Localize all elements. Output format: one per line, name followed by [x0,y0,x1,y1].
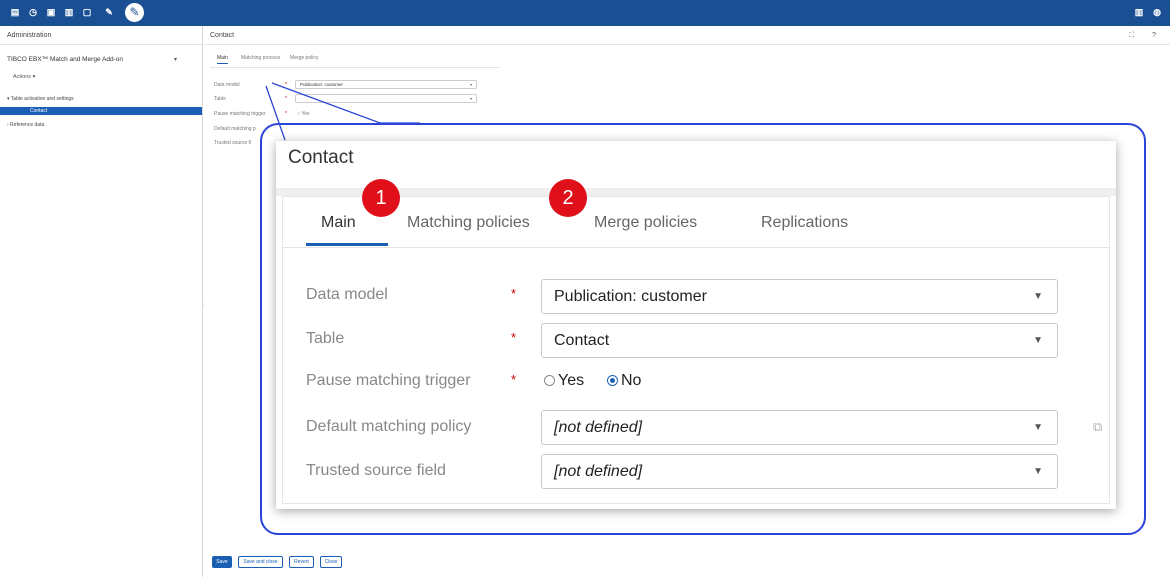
tab-merge-policies[interactable]: Merge policies [594,214,697,232]
chevron-down-icon: ▾ [469,96,472,101]
pause-no-radio[interactable]: No [607,372,641,390]
tab-matching-policies[interactable]: Matching policies [407,214,530,232]
chevron-down-icon: ▼ [1033,422,1043,433]
database-icon[interactable]: ▤ [10,7,20,18]
header-actions-icons[interactable]: ⛶ ? [1129,26,1164,45]
pin-icon[interactable]: ✎ [104,7,114,18]
save-and-close-button[interactable]: Save and close [238,556,283,568]
close-button[interactable]: Close [320,556,342,568]
page-title: Contact [210,32,235,39]
clock-icon[interactable]: ◷ [28,7,38,18]
wrench-icon[interactable]: ✎ [125,3,144,22]
tab-divider [282,247,1110,248]
data-model-value: Publication: customer [554,288,707,305]
sidebar-header: Administration [0,26,202,45]
top-navigation-bar: ▤ ◷ ▣ ▥ ▢ ✎ ✎ ▥ ◍ [0,0,1170,26]
bookmark-icon[interactable]: ▥ [1134,7,1144,18]
small-data-model-label: Data model [214,82,240,88]
tab-matching-process-small[interactable]: Matching process [241,55,280,61]
trusted-source-field-value: [not defined] [554,463,643,480]
required-marker: * [511,330,517,345]
small-table-select[interactable]: ▾ [295,94,477,103]
required-marker: * [285,96,287,102]
tab-replications[interactable]: Replications [761,214,848,232]
small-default-policy-label: Default matching p [214,126,256,132]
file-icon[interactable]: ▢ [82,7,92,18]
chevron-down-icon: ▼ [1033,291,1043,302]
user-icon[interactable]: ◍ [1152,7,1162,18]
data-model-label: Data model [306,286,388,303]
title-separator [276,188,1116,196]
stack-icon[interactable]: ▥ [64,7,74,18]
small-pause-radio[interactable]: ○ Yes [297,111,309,117]
trusted-source-field-label: Trusted source field [306,462,446,479]
default-matching-policy-label: Default matching policy [306,418,472,435]
radio-unchecked-icon [544,375,555,386]
radio-checked-icon [607,375,618,386]
callout-badge-1: 1 [362,179,400,217]
required-marker: * [511,372,517,387]
pause-matching-trigger-label: Pause matching trigger [306,372,471,389]
table-value: Contact [554,332,610,349]
chevron-down-icon: ▾ [469,82,472,87]
small-table-label: Table [214,96,226,102]
table-select[interactable]: Contact ▼ [541,323,1058,358]
pause-yes-label: Yes [558,372,585,389]
default-matching-policy-select[interactable]: [not defined] ▼ [541,410,1058,445]
save-button[interactable]: Save [212,556,232,568]
table-label: Table [306,330,345,347]
trusted-source-field-select[interactable]: [not defined] ▼ [541,454,1058,489]
pause-yes-radio[interactable]: Yes [544,372,584,390]
tree-item-table-activation[interactable]: ▾ Table activation and settings [7,96,74,102]
tab-merge-policy-small[interactable]: Merge policy [290,55,318,61]
tab-divider [210,67,500,68]
required-marker: * [285,111,287,117]
admin-sidebar: Administration TIBCO EBX™ Match and Merg… [0,26,207,577]
open-external-icon[interactable]: ⧉ [1093,419,1102,435]
revert-button[interactable]: Revert [289,556,314,568]
tab-main[interactable]: Main [321,214,356,232]
tree-item-contact[interactable]: Contact [0,107,202,115]
small-data-model-select[interactable]: Publication: customer ▾ [295,80,477,89]
app-name: TIBCO EBX™ Match and Merge Add-on [7,56,123,63]
small-data-model-value: Publication: customer [300,82,344,87]
small-pause-label: Pause matching trigger [214,111,266,117]
page-header: Contact ⛶ ? [204,26,1170,45]
active-tab-indicator [306,243,388,246]
tree-item-reference-data[interactable]: › Reference data [7,122,44,128]
chevron-down-icon: ▼ [1033,466,1043,477]
actions-menu[interactable]: Actions ▾ [13,74,35,80]
default-matching-policy-value: [not defined] [554,419,643,436]
pause-no-label: No [621,372,642,389]
data-model-select[interactable]: Publication: customer ▼ [541,279,1058,314]
small-trusted-source-label: Trusted source fi [214,140,252,146]
required-marker: * [511,286,517,301]
chevron-down-icon: ▼ [1033,335,1043,346]
tab-main-small[interactable]: Main [217,55,228,64]
zoomed-contact-form: Contact Main Matching policies Merge pol… [276,141,1116,509]
app-menu-chevron-icon[interactable]: ▾ [174,56,177,63]
required-marker: * [285,82,287,88]
callout-badge-2: 2 [549,179,587,217]
zoomed-page-title: Contact [288,147,354,168]
document-icon[interactable]: ▣ [46,7,56,18]
